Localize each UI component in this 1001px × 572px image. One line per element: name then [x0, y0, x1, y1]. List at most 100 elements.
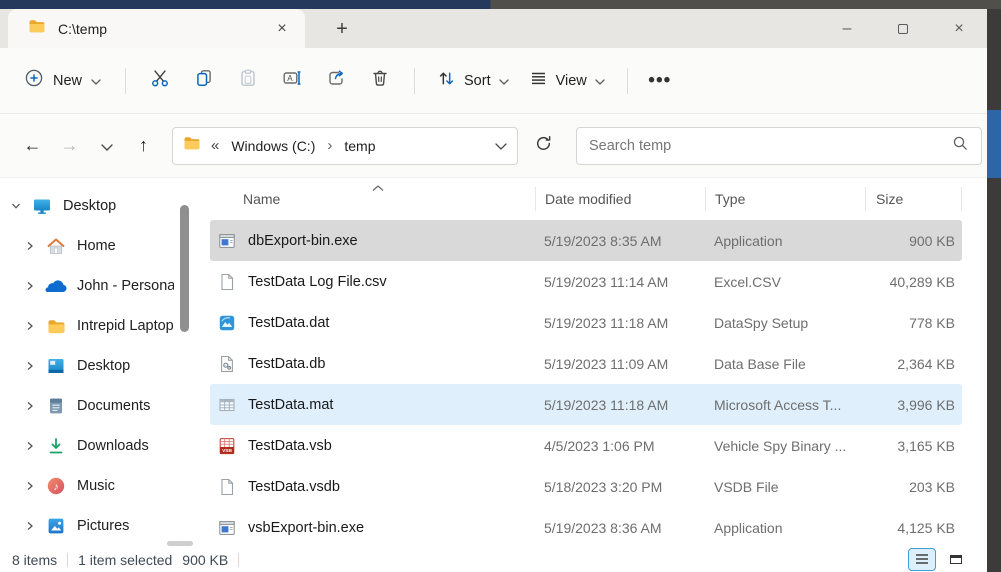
chevron-right-icon[interactable]	[24, 401, 36, 411]
folder-icon	[183, 136, 201, 155]
up-button[interactable]: ↑	[125, 128, 162, 164]
sidebar-item-intrepid-laptop[interactable]: Intrepid Laptop	[0, 306, 200, 346]
sidebar-item-home[interactable]: Home	[0, 226, 200, 266]
sidebar-item-documents[interactable]: Documents	[0, 386, 200, 426]
close-icon[interactable]: ×	[931, 9, 987, 48]
more-options-button[interactable]: •••	[640, 62, 680, 100]
new-button[interactable]: New	[12, 60, 113, 101]
tab-c-temp[interactable]: C:\temp ×	[8, 9, 305, 48]
chevron-down-icon	[595, 72, 605, 90]
new-tab-button[interactable]: +	[327, 14, 357, 44]
sort-ascending-icon	[372, 179, 384, 195]
toolbar-divider	[125, 68, 126, 94]
address-bar[interactable]: « Windows (C:) › temp	[172, 127, 518, 165]
table-row[interactable]: TestData.db 5/19/2023 11:09 AM Data Base…	[210, 343, 962, 384]
rename-button[interactable]: A	[270, 62, 314, 100]
selection-count: 1 item selected	[78, 552, 172, 568]
address-dropdown-icon[interactable]	[495, 137, 507, 155]
table-row[interactable]: TestData.vsdb 5/18/2023 3:20 PM VSDB Fil…	[210, 466, 962, 507]
window-controls: – ×	[819, 9, 987, 48]
table-row[interactable]: VSBTestData.vsb 4/5/2023 1:06 PM Vehicle…	[210, 425, 962, 466]
chevron-right-icon[interactable]	[24, 241, 36, 251]
minimize-icon[interactable]: –	[819, 9, 875, 48]
chevron-right-icon[interactable]	[24, 361, 36, 371]
documents-icon	[45, 396, 67, 416]
new-button-label: New	[53, 73, 82, 89]
sidebar-item-music[interactable]: ♪ Music	[0, 466, 200, 506]
trash-icon	[370, 68, 390, 93]
arrow-left-icon: ←	[24, 135, 42, 156]
svg-text:VSB: VSB	[222, 448, 232, 454]
sort-button[interactable]: Sort	[427, 61, 519, 101]
chevron-right-icon[interactable]	[24, 521, 36, 531]
svg-text:♪: ♪	[53, 481, 58, 493]
access-table-icon	[217, 395, 237, 415]
sidebar-item-desktop[interactable]: Desktop	[0, 346, 200, 386]
file-list-pane: Name Date modified Type Size dbExport-bi…	[210, 178, 962, 548]
sidebar-horizontal-scrollbar[interactable]	[167, 541, 193, 546]
downloads-icon	[45, 436, 67, 456]
view-toggle-group	[908, 548, 970, 571]
sidebar-item-onedrive-john[interactable]: John - Personal	[0, 266, 200, 306]
search-input[interactable]	[589, 138, 952, 154]
search-icon[interactable]	[952, 135, 969, 157]
desktop-background-top	[0, 0, 1001, 9]
table-row[interactable]: TestData.dat 5/19/2023 11:18 AM DataSpy …	[210, 302, 962, 343]
status-divider	[67, 553, 68, 567]
view-label: View	[556, 73, 587, 89]
status-divider	[238, 553, 239, 567]
recent-locations-button[interactable]	[88, 128, 125, 164]
chevron-right-icon[interactable]	[24, 281, 36, 291]
application-exe-icon	[217, 518, 237, 538]
command-toolbar: New A	[0, 48, 987, 114]
chevron-right-icon[interactable]	[24, 321, 36, 331]
forward-button[interactable]: →	[51, 128, 88, 164]
chevron-right-icon[interactable]	[24, 481, 36, 491]
search-box	[576, 127, 982, 165]
table-row[interactable]: TestData Log File.csv 5/19/2023 11:14 AM…	[210, 261, 962, 302]
details-view-button[interactable]	[908, 548, 936, 571]
cut-button[interactable]	[138, 62, 182, 100]
breadcrumb-current[interactable]: temp	[340, 135, 379, 157]
maximize-icon[interactable]	[875, 9, 931, 48]
explorer-window: C:\temp × + – × New	[0, 9, 987, 572]
tab-close-icon[interactable]: ×	[271, 18, 293, 40]
column-header-size[interactable]: Size	[865, 187, 962, 211]
scissors-icon	[150, 68, 170, 93]
sidebar-item-desktop-top[interactable]: Desktop	[0, 186, 200, 226]
chevron-down-icon[interactable]	[10, 202, 22, 210]
paste-button[interactable]	[226, 62, 270, 100]
desktop-monitor-icon	[31, 196, 53, 216]
back-button[interactable]: ←	[14, 128, 51, 164]
database-file-icon	[217, 354, 237, 374]
breadcrumb-overflow[interactable]: «	[211, 137, 219, 154]
document-page-icon	[217, 477, 237, 497]
delete-button[interactable]	[358, 62, 402, 100]
table-row[interactable]: TestData.mat 5/19/2023 11:18 AM Microsof…	[210, 384, 962, 425]
refresh-button[interactable]	[522, 128, 564, 164]
table-row[interactable]: dbExport-bin.exe 5/19/2023 8:35 AM Appli…	[210, 220, 962, 261]
breadcrumb-root[interactable]: Windows (C:)	[227, 135, 319, 157]
share-icon	[326, 68, 346, 93]
thumbnail-view-button[interactable]	[942, 548, 970, 571]
chevron-right-icon[interactable]	[24, 441, 36, 451]
column-header-date-modified[interactable]: Date modified	[535, 187, 705, 211]
toolbar-divider	[414, 68, 415, 94]
chevron-down-icon	[101, 135, 113, 156]
view-button[interactable]: View	[519, 61, 615, 101]
dataspy-icon	[217, 313, 237, 333]
sidebar-vertical-scrollbar[interactable]	[180, 205, 189, 332]
sidebar-item-pictures[interactable]: Pictures	[0, 506, 200, 546]
table-row[interactable]: vsbExport-bin.exe 5/19/2023 8:36 AM Appl…	[210, 507, 962, 548]
desktop-background-right	[987, 9, 1001, 572]
share-button[interactable]	[314, 62, 358, 100]
copy-button[interactable]	[182, 62, 226, 100]
pictures-icon	[45, 516, 67, 536]
column-header-type[interactable]: Type	[705, 187, 865, 211]
status-bar: 8 items 1 item selected 900 KB	[0, 548, 987, 572]
sidebar-item-downloads[interactable]: Downloads	[0, 426, 200, 466]
details-view-icon	[915, 552, 929, 568]
sort-label: Sort	[464, 73, 491, 89]
folder-icon	[28, 19, 46, 38]
music-icon: ♪	[45, 476, 67, 496]
